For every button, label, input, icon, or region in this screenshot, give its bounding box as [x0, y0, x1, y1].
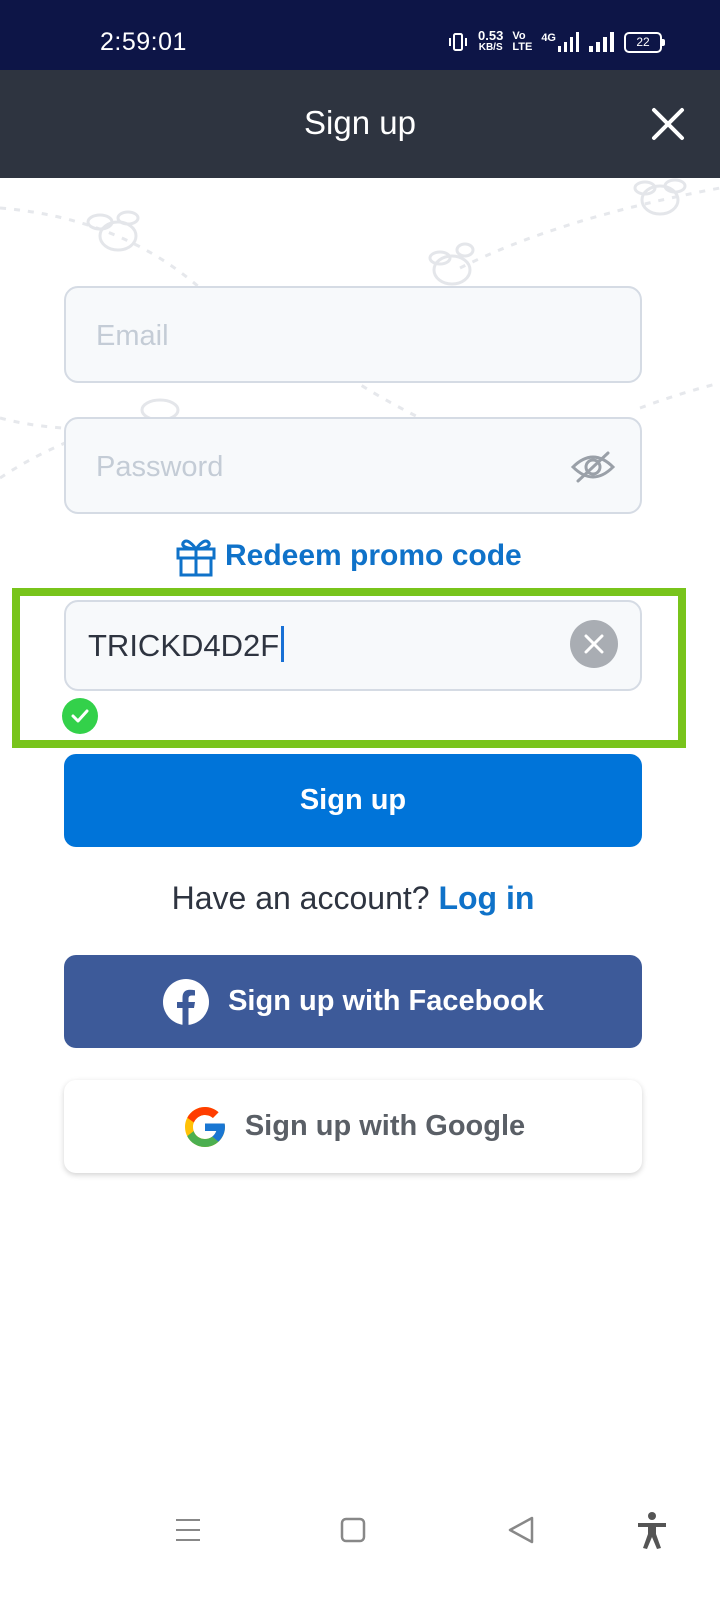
home-icon[interactable] [333, 1510, 373, 1550]
redeem-promo-label: Redeem promo code [225, 539, 522, 572]
google-icon [184, 1106, 225, 1147]
navigation-bar [0, 1490, 720, 1560]
battery-level: 22 [636, 35, 650, 49]
gift-icon [176, 539, 216, 577]
promo-code-text: TRICKD4D2F [88, 628, 280, 663]
accessibility-icon[interactable] [632, 1510, 672, 1550]
eye-off-icon[interactable] [570, 447, 616, 487]
page-title: Sign up [304, 104, 416, 141]
vibrate-icon [449, 33, 468, 51]
clear-icon [584, 634, 604, 654]
network-speed: 0.53 KB/S [478, 28, 504, 54]
facebook-icon [163, 978, 210, 1025]
status-bar: 2:59:01 0.53 KB/S Vo LTE 4G 22 [0, 0, 720, 70]
menu-icon[interactable] [168, 1510, 208, 1550]
signal-icon-2 [589, 32, 614, 52]
login-link[interactable]: Log in [438, 880, 534, 916]
close-icon[interactable] [646, 102, 690, 146]
signup-label: Sign up [299, 784, 407, 816]
email-field[interactable]: Email [64, 286, 642, 383]
signal-icon [558, 32, 579, 52]
google-label: Sign up with Google [244, 1110, 526, 1142]
google-signup-button[interactable]: Sign up with Google [64, 1080, 642, 1173]
status-icons: 0.53 KB/S Vo LTE 4G 22 [447, 28, 665, 54]
volte-indicator: Vo LTE [512, 31, 532, 53]
redeem-promo-link[interactable]: Redeem promo code [175, 535, 522, 577]
volte-bottom: LTE [512, 41, 533, 53]
status-time: 2:59:01 [100, 28, 187, 56]
app-header: Sign up [0, 70, 720, 178]
promo-code-input[interactable]: TRICKD4D2F [64, 600, 642, 691]
back-icon[interactable] [502, 1510, 542, 1550]
facebook-label: Sign up with Facebook [228, 985, 544, 1017]
password-placeholder: Password [96, 451, 224, 483]
password-field[interactable]: Password [64, 417, 642, 514]
text-cursor [281, 626, 285, 662]
email-placeholder: Email [96, 320, 169, 352]
net-speed-unit: KB/S [478, 42, 503, 53]
battery-icon: 22 [624, 31, 665, 53]
signal-4g: 4G [541, 32, 580, 52]
facebook-signup-button[interactable]: Sign up with Facebook [64, 955, 642, 1048]
network-type: 4G [541, 32, 556, 44]
promo-code-value: TRICKD4D2F [88, 626, 285, 664]
check-icon [62, 698, 98, 734]
signup-button[interactable]: Sign up [64, 754, 642, 847]
clear-button[interactable] [570, 620, 618, 668]
have-account-text: Have an account? [171, 880, 430, 916]
net-speed-value: 0.53 [478, 28, 504, 43]
login-prompt: Have an account? Log in [0, 880, 706, 917]
